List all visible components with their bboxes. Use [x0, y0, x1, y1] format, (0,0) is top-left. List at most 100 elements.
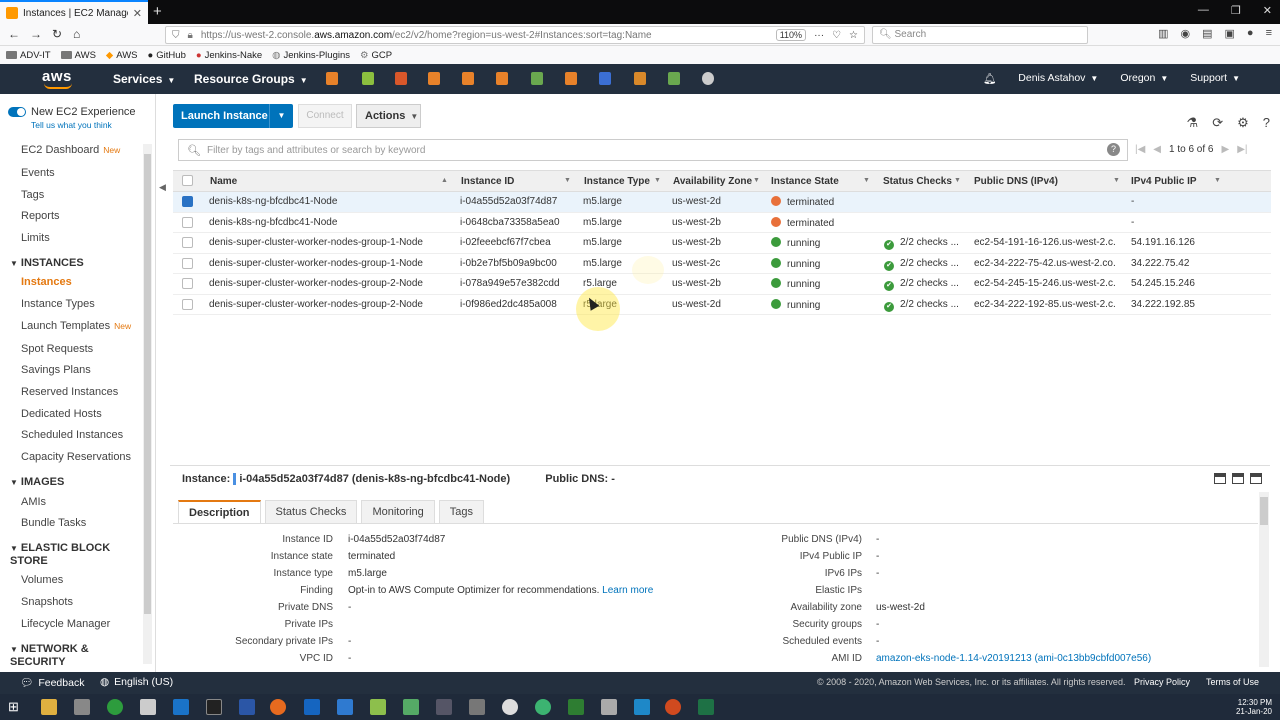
sidebar-item-lifecycle-manager[interactable]: Lifecycle Manager [21, 618, 110, 630]
terminal-icon[interactable] [206, 699, 222, 715]
table-row[interactable]: denis-super-cluster-worker-nodes-group-1… [173, 254, 1271, 274]
chevron-down-icon[interactable]: ▼ [564, 177, 571, 184]
app-icon-16[interactable] [502, 699, 518, 715]
service-icon-11[interactable] [668, 72, 680, 85]
section-instances[interactable]: ▼ INSTANCES [10, 257, 84, 270]
sort-asc-icon[interactable]: ▲ [441, 177, 448, 184]
app-icon-14[interactable] [436, 699, 452, 715]
app-icon-20[interactable] [634, 699, 650, 715]
chevron-down-icon[interactable]: ▼ [954, 177, 961, 184]
cell-status-checks[interactable]: ✔ 2/2 checks ... [884, 258, 959, 271]
calculator-icon[interactable] [140, 699, 156, 715]
bookmark-jenkins-nake[interactable]: ● Jenkins-Nake [196, 50, 262, 61]
table-row[interactable]: denis-super-cluster-worker-nodes-group-1… [173, 233, 1271, 254]
sidebar-item-spot-requests[interactable]: Spot Requests [21, 343, 93, 355]
collapse-sidebar-icon[interactable]: ◀ [159, 182, 166, 193]
bookmark-aws[interactable]: ◆ AWS [106, 50, 138, 61]
table-row[interactable]: denis-super-cluster-worker-nodes-group-2… [173, 295, 1271, 315]
column-instance-id[interactable]: Instance ID [461, 176, 514, 187]
select-all-checkbox[interactable] [182, 175, 193, 186]
column-instance-state[interactable]: Instance State [771, 176, 839, 187]
ie-icon[interactable] [337, 699, 353, 715]
help-icon[interactable]: ? [1263, 115, 1270, 131]
sidebar-item-tags[interactable]: Tags [21, 189, 44, 201]
flask-icon[interactable]: ⚗ [1187, 115, 1199, 131]
file-explorer-icon[interactable] [41, 699, 57, 715]
firefox-icon[interactable] [270, 699, 286, 715]
sidebar-item-ec2-dashboard[interactable]: EC2 Dashboard New [21, 144, 120, 156]
sidebar-item-volumes[interactable]: Volumes [21, 574, 63, 586]
app-icon-13[interactable] [403, 699, 419, 715]
sidebar-item-limits[interactable]: Limits [21, 232, 50, 244]
bookmark-gcp[interactable]: ⚙ GCP [360, 50, 392, 61]
value-ami-id[interactable]: amazon-eks-node-1.14-v20191213 (ami-0c13… [876, 653, 1151, 664]
browser-tab[interactable]: Instances | EC2 Management C ✕ [0, 0, 148, 24]
dynamodb-icon[interactable] [599, 72, 611, 85]
app-icon-19[interactable] [601, 699, 617, 715]
column-availability-zone[interactable]: Availability Zone [673, 176, 752, 187]
bookmark-jenkins-plugins[interactable]: ◍ Jenkins-Plugins [272, 50, 350, 61]
key-service-icon[interactable] [362, 72, 374, 85]
connect-button[interactable]: Connect [298, 104, 352, 128]
column-instance-type[interactable]: Instance Type [584, 176, 650, 187]
row-checkbox[interactable] [182, 257, 193, 269]
zoom-indicator[interactable]: 110% [775, 29, 807, 41]
s3-icon[interactable] [531, 72, 543, 85]
forward-icon[interactable]: → [30, 27, 42, 41]
row-checkbox[interactable] [182, 196, 193, 207]
sidebar-item-launch-templates[interactable]: Launch Templates New [21, 320, 131, 332]
chevron-down-icon[interactable]: ▼ [1113, 177, 1120, 184]
row-checkbox[interactable] [182, 237, 193, 248]
panel-max-icon[interactable] [1250, 473, 1262, 484]
user-menu[interactable]: Denis Astahov ▼ [1018, 72, 1098, 85]
back-icon[interactable]: ← [8, 27, 20, 41]
table-row[interactable]: denis-k8s-ng-bfcdbc41-Node i-0648cba7335… [173, 213, 1271, 233]
learn-more-link[interactable]: Learn more [602, 585, 653, 596]
row-checkbox[interactable] [182, 298, 193, 310]
table-row[interactable]: denis-k8s-ng-bfcdbc41-Node i-04a55d52a03… [173, 192, 1271, 213]
section-network-security[interactable]: ▼ NETWORK & SECURITY [10, 643, 130, 669]
aws-logo[interactable]: aws [42, 68, 72, 89]
panel-bottom-icon[interactable] [1214, 473, 1226, 484]
tab-description[interactable]: Description [178, 500, 261, 524]
panel-half-icon[interactable] [1232, 473, 1244, 484]
sidebar-icon[interactable]: ▤ [1202, 27, 1212, 40]
filter-input[interactable]: 🔍︎ Filter by tags and attributes or searc… [178, 139, 1128, 161]
new-experience-toggle[interactable]: New EC2 Experience [8, 106, 136, 118]
pin-icon[interactable] [702, 72, 714, 85]
minimize-icon[interactable]: — [1198, 4, 1209, 17]
bookmark-star-icon[interactable]: ☆ [849, 30, 858, 41]
row-checkbox[interactable] [182, 278, 193, 289]
chrome-icon[interactable] [535, 699, 551, 715]
pocket-icon[interactable]: ♡ [832, 30, 841, 41]
bookmark-aws-folder[interactable]: AWS [60, 50, 96, 61]
eks-icon[interactable] [462, 72, 474, 85]
cell-status-checks[interactable]: ✔ 2/2 checks ... [884, 237, 959, 250]
home-icon[interactable]: ⌂ [73, 27, 80, 41]
cell-status-checks[interactable]: ✔ 2/2 checks ... [884, 278, 959, 291]
profile-icon[interactable]: ● [1247, 27, 1254, 40]
menu-icon[interactable]: ≡ [1266, 27, 1272, 40]
sidebar-item-instances[interactable]: Instances [21, 276, 72, 288]
lambda-icon[interactable] [496, 72, 508, 85]
cell-status-checks[interactable]: ✔ 2/2 checks ... [884, 299, 959, 312]
tab-monitoring[interactable]: Monitoring [361, 500, 435, 524]
sidebar-item-snapshots[interactable]: Snapshots [21, 596, 73, 608]
app-icon-3[interactable] [107, 699, 123, 715]
section-images[interactable]: ▼ IMAGES [10, 476, 64, 489]
service-icon-8[interactable] [565, 72, 577, 85]
refresh-icon[interactable]: ⟳ [1212, 115, 1223, 131]
actions-button[interactable]: Actions ▼ [356, 104, 421, 128]
close-window-icon[interactable]: ✕ [1263, 4, 1272, 17]
tab-status-checks[interactable]: Status Checks [264, 500, 358, 524]
edge-icon[interactable] [304, 699, 320, 715]
filter-help-icon[interactable]: ? [1107, 143, 1120, 156]
bell-icon[interactable]: 🔔︎ [983, 72, 996, 85]
column-status-checks[interactable]: Status Checks [883, 176, 952, 187]
feedback-link[interactable]: 💬︎ Feedback [20, 676, 84, 690]
chevron-down-icon[interactable]: ▼ [269, 104, 293, 128]
column-ipv4-public-ip[interactable]: IPv4 Public IP [1131, 176, 1197, 187]
reload-icon[interactable]: ↻ [52, 27, 62, 41]
privacy-policy-link[interactable]: Privacy Policy [1134, 677, 1190, 687]
sidebar-scrollbar[interactable] [143, 144, 152, 664]
